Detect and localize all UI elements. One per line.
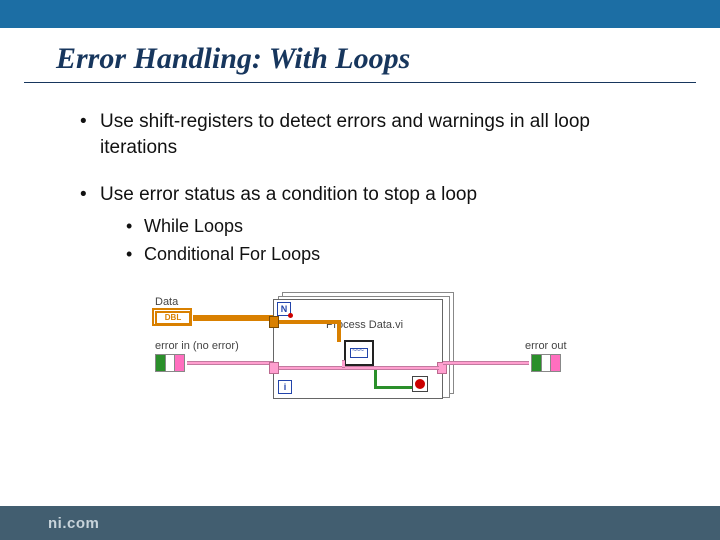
- stop-condition-terminal: [412, 376, 428, 392]
- error-in-cluster: [155, 354, 185, 372]
- data-wire-icon: [193, 315, 273, 321]
- sub-bullet-while: While Loops: [126, 214, 660, 238]
- data-label: Data: [155, 295, 178, 310]
- n-terminal: N: [277, 302, 291, 316]
- slide-content: Use shift-registers to detect errors and…: [0, 83, 720, 409]
- footer-bar: ni.com: [0, 506, 720, 540]
- error-wire-in-icon: [187, 361, 273, 365]
- brand-label: ni.com: [48, 515, 99, 532]
- bullet-shift-registers: Use shift-registers to detect errors and…: [80, 109, 660, 160]
- for-loop-structure: N i Process Data.vi: [273, 299, 443, 399]
- slide-title: Error Handling: With Loops: [24, 28, 696, 83]
- bullet-error-status: Use error status as a condition to stop …: [80, 182, 660, 266]
- error-out-label: error out: [525, 339, 567, 354]
- error-wire-up-icon: [342, 360, 345, 368]
- error-out-cluster: [531, 354, 561, 372]
- process-data-vi: [344, 340, 374, 366]
- stop-dot-icon: [415, 379, 425, 389]
- sub-bullet-list: While Loops Conditional For Loops: [100, 214, 660, 267]
- data-wire-inner-icon: [279, 320, 339, 324]
- data-wire-down-icon: [337, 320, 341, 342]
- error-wire-out-icon: [443, 361, 529, 365]
- i-terminal: i: [278, 380, 292, 394]
- error-wire-inner-icon: [279, 366, 439, 370]
- autoindex-tunnel-left: [269, 316, 279, 328]
- dbl-array-terminal: DBL: [155, 311, 191, 325]
- sub-bullet-conditional-for: Conditional For Loops: [126, 242, 660, 266]
- labview-diagram: Data DBL error in (no error) N i Process…: [155, 289, 585, 409]
- shift-register-left: [269, 362, 279, 374]
- bullet-error-status-text: Use error status as a condition to stop …: [100, 184, 477, 205]
- error-in-label: error in (no error): [155, 339, 239, 354]
- header-bar: [0, 0, 720, 28]
